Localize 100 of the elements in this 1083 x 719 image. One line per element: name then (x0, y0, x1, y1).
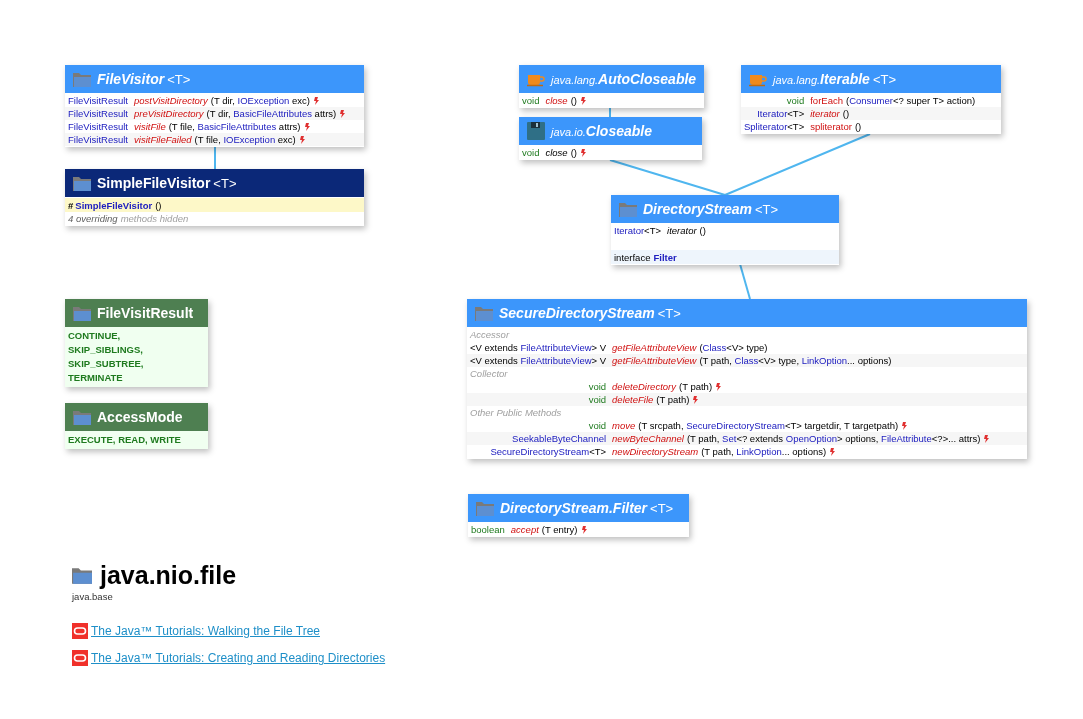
return-type: void (522, 94, 540, 107)
method-name: getFileAttributeView (612, 341, 697, 354)
parameter-list: (T path, LinkOption... options) (701, 445, 827, 458)
oracle-logo-icon (72, 623, 88, 640)
method-name: accept (510, 523, 539, 536)
folder-icon (476, 500, 494, 516)
parameter-list: (T srcpath, SecureDirectoryStream<T> targetdir, T targetpath) (638, 419, 899, 432)
method-name: preVisitDirectory (134, 107, 204, 120)
parameter-list: (T entry) (541, 523, 578, 536)
method-name: iterator (810, 107, 840, 120)
connector-line (214, 146, 216, 170)
parameter-list: () (155, 198, 162, 212)
package-prefix: java.lang. (551, 72, 599, 88)
type-parameter: <T> (657, 304, 681, 323)
type-parameter: <T> (872, 70, 897, 89)
folder-icon (73, 409, 91, 425)
enum-constant: SKIP_SIBLINGS, (68, 343, 144, 357)
hidden-methods-note: methods hidden (120, 212, 189, 225)
nested-type-name: Filter (653, 250, 677, 264)
tutorial-link[interactable]: The Java™ Tutorials: Walking the File Tree (91, 622, 320, 641)
parameter-list: (T dir, IOException exc) (210, 94, 310, 107)
method-name: visitFile (134, 120, 166, 133)
method-name: postVisitDirectory (134, 94, 208, 107)
return-type: FileVisitResult (68, 133, 128, 146)
method-name: newDirectoryStream (612, 445, 699, 458)
module-name: java.base (72, 590, 114, 604)
return-type: void (588, 380, 607, 393)
connector-line (609, 107, 611, 118)
type-parameter: <T> (650, 499, 674, 518)
method-name: close (545, 146, 568, 159)
type-name: AutoCloseable (598, 69, 697, 89)
folder-icon (73, 305, 91, 321)
folder-icon (619, 201, 637, 217)
return-type: void (588, 419, 607, 432)
method-name: forEach (810, 94, 843, 107)
type-name: AccessMode (97, 407, 183, 427)
method-name: iterator (667, 224, 697, 237)
type-name: SecureDirectoryStream (499, 303, 655, 323)
method-name: deleteDirectory (612, 380, 676, 393)
type-name: Iterable (820, 69, 870, 89)
parameter-list: (T path, Set<? extends OpenOption> options, FileAttribute<?>... attrs) (686, 432, 981, 445)
folder-icon (73, 175, 91, 191)
method-name: move (612, 419, 636, 432)
enum-constant: EXECUTE, READ, WRITE (68, 433, 182, 447)
enum-constant: TERMINATE (68, 371, 124, 385)
method-name: close (545, 94, 568, 107)
tutorial-link[interactable]: The Java™ Tutorials: Creating and Reading Directories (91, 649, 386, 668)
group-label: Other Public Methods (470, 406, 562, 419)
parameter-list: (T path, Class<V> type, LinkOption... options) (699, 354, 892, 367)
parameter-list: () (699, 224, 706, 237)
parameter-list: (T path) (678, 380, 713, 393)
parameter-list: (T file, BasicFileAttributes attrs) (168, 120, 301, 133)
return-type: SeekableByteChannel (512, 432, 607, 445)
return-type: Iterator<T> (614, 224, 661, 237)
hidden-count-note: 4 overriding (68, 212, 118, 225)
type-parameter: <T> (167, 70, 191, 89)
parameter-list: (T file, IOException exc) (194, 133, 296, 146)
enum-constant: SKIP_SUBTREE, (68, 357, 145, 371)
folder-icon (72, 566, 92, 584)
type-parameter: <T> (213, 174, 237, 193)
method-name: visitFileFailed (134, 133, 192, 146)
return-type: SecureDirectoryStream<T> (490, 445, 607, 458)
return-type: void (588, 393, 607, 406)
method-name: newByteChannel (612, 432, 684, 445)
parameter-list: (Consumer<? super T> action) (845, 94, 976, 107)
return-type: Iterator<T> (757, 107, 805, 120)
return-type: void (786, 94, 805, 107)
type-name: FileVisitor (97, 69, 165, 89)
parameter-list: (Class<V> type) (699, 341, 768, 354)
package-title: java.nio.file (100, 560, 237, 590)
package-prefix: java.lang. (773, 72, 821, 88)
package-prefix: java.io. (551, 124, 586, 140)
enum-constant: CONTINUE, (68, 329, 122, 343)
return-type: FileVisitResult (68, 107, 128, 120)
oracle-logo-icon (72, 650, 88, 667)
type-name: Closeable (585, 121, 652, 141)
type-parameter: <T> (754, 200, 779, 219)
type-name: FileVisitResult (97, 303, 194, 323)
constructor-name: SimpleFileVisitor (75, 198, 153, 212)
return-type: boolean (471, 523, 505, 536)
group-label: Collector (470, 367, 508, 380)
parameter-list: () (854, 120, 862, 133)
return-type: void (522, 146, 540, 159)
folder-icon (73, 71, 91, 87)
return-type: <V extends FileAttributeView> V (470, 354, 607, 367)
folder-icon (475, 305, 493, 321)
return-type: Spliterator<T> (744, 120, 805, 133)
parameter-list: () (570, 94, 577, 107)
parameter-list: () (842, 107, 850, 120)
type-name: DirectoryStream (643, 199, 752, 219)
return-type: FileVisitResult (68, 120, 128, 133)
type-name: SimpleFileVisitor (97, 173, 211, 193)
parameter-list: (T path) (656, 393, 690, 406)
method-name: spliterator (810, 120, 852, 133)
return-type: <V extends FileAttributeView> V (470, 341, 607, 354)
method-name: getFileAttributeView (612, 354, 697, 367)
type-name: DirectoryStream.Filter (500, 498, 648, 518)
method-name: deleteFile (612, 393, 654, 406)
nested-type-keyword: interface (614, 250, 651, 264)
connector-line (739, 263, 751, 300)
